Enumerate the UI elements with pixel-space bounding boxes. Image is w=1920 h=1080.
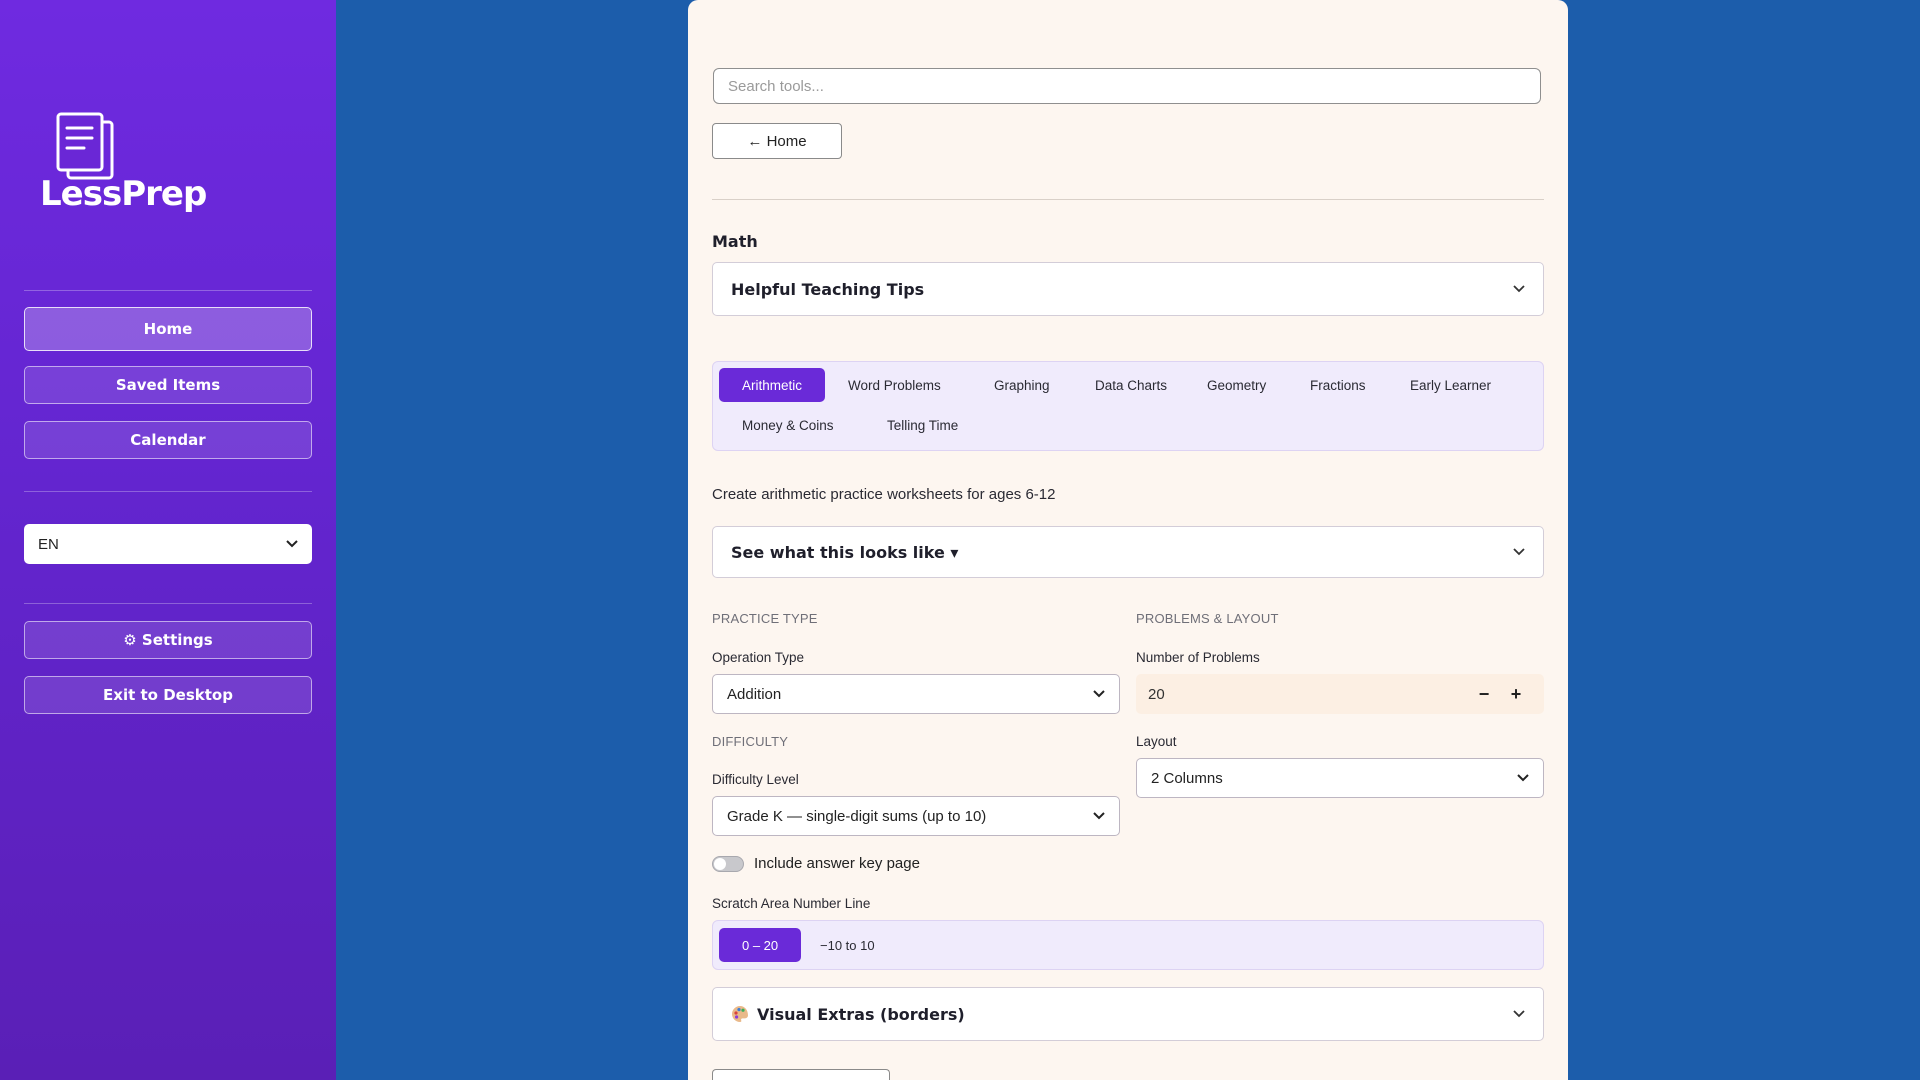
layout-value: 2 Columns xyxy=(1151,769,1223,787)
palette-icon xyxy=(732,1006,748,1022)
chevron-down-icon xyxy=(1093,812,1105,820)
number-line-option-neg10-10[interactable]: −10 to 10 xyxy=(797,928,898,962)
generate-button[interactable] xyxy=(712,1069,890,1080)
tab-data-charts[interactable]: Data Charts xyxy=(1072,368,1190,402)
number-of-problems-label: Number of Problems xyxy=(1136,650,1260,665)
home-button[interactable]: ← Home xyxy=(712,123,842,159)
sidebar: LessPrep Home Saved Items Calendar EN ⚙ … xyxy=(0,0,336,1080)
visual-extras-accordion[interactable]: Visual Extras (borders) xyxy=(712,987,1544,1041)
settings-button[interactable]: ⚙ Settings xyxy=(24,621,312,659)
sidebar-item-saved-items[interactable]: Saved Items xyxy=(24,366,312,404)
divider xyxy=(712,199,1544,200)
operation-type-select[interactable]: Addition xyxy=(712,674,1120,714)
number-line-option-0-20[interactable]: 0 – 20 xyxy=(719,928,802,962)
sidebar-divider xyxy=(24,290,312,291)
chevron-down-icon xyxy=(1093,690,1105,698)
sidebar-item-home[interactable]: Home xyxy=(24,307,312,351)
number-line-label: Scratch Area Number Line xyxy=(712,896,871,911)
logo-text: LessPrep xyxy=(40,174,207,214)
chevron-down-icon xyxy=(286,540,298,548)
language-value: EN xyxy=(38,535,59,553)
sidebar-divider xyxy=(24,491,312,492)
tab-arithmetic[interactable]: Arithmetic xyxy=(719,368,826,402)
preview-accordion[interactable]: See what this looks like ▾ xyxy=(712,526,1544,578)
section-title: Math xyxy=(712,232,758,251)
language-select[interactable]: EN xyxy=(24,524,312,564)
visual-extras-header: Visual Extras (borders) xyxy=(731,1005,965,1024)
main-panel: ← Home Math Helpful Teaching Tips Arithm… xyxy=(688,0,1568,1080)
chevron-down-icon xyxy=(1513,1010,1525,1018)
category-tabs: Arithmetic Word Problems Graphing Data C… xyxy=(712,361,1544,451)
difficulty-level-label: Difficulty Level xyxy=(712,772,799,787)
answer-key-toggle[interactable] xyxy=(712,855,744,872)
difficulty-level-value: Grade K — single-digit sums (up to 10) xyxy=(727,807,987,825)
preview-label: See what this looks like ▾ xyxy=(731,542,959,562)
search-input[interactable] xyxy=(713,68,1541,104)
tool-description: Create arithmetic practice worksheets fo… xyxy=(712,486,1056,503)
decrement-button[interactable]: − xyxy=(1468,684,1500,705)
teaching-tips-accordion[interactable]: Helpful Teaching Tips xyxy=(712,262,1544,316)
difficulty-heading: DIFFICULTY xyxy=(712,734,789,749)
document-stack-icon xyxy=(56,112,114,180)
difficulty-level-select[interactable]: Grade K — single-digit sums (up to 10) xyxy=(712,796,1120,836)
tab-geometry[interactable]: Geometry xyxy=(1184,368,1289,402)
answer-key-label: Include answer key page xyxy=(754,855,920,872)
practice-type-heading: PRACTICE TYPE xyxy=(712,611,818,626)
number-of-problems-value: 20 xyxy=(1148,685,1165,703)
layout-select[interactable]: 2 Columns xyxy=(1136,758,1544,798)
app-logo[interactable]: LessPrep xyxy=(40,112,207,222)
number-of-problems-stepper[interactable]: 20 − + xyxy=(1136,674,1544,714)
tab-money-coins[interactable]: Money & Coins xyxy=(719,408,857,442)
tab-early-learner[interactable]: Early Learner xyxy=(1387,368,1514,402)
visual-extras-label: Visual Extras (borders) xyxy=(757,1004,965,1024)
chevron-down-icon xyxy=(1517,774,1529,782)
tab-telling-time[interactable]: Telling Time xyxy=(864,408,981,442)
tab-fractions[interactable]: Fractions xyxy=(1287,368,1389,402)
operation-type-label: Operation Type xyxy=(712,650,805,665)
chevron-down-icon xyxy=(1513,548,1525,556)
number-line-options: 0 – 20 −10 to 10 xyxy=(712,920,1544,970)
tab-word-problems[interactable]: Word Problems xyxy=(825,368,964,402)
sidebar-item-calendar[interactable]: Calendar xyxy=(24,421,312,459)
answer-key-row: Include answer key page xyxy=(712,855,920,872)
tab-graphing[interactable]: Graphing xyxy=(971,368,1073,402)
teaching-tips-label: Helpful Teaching Tips xyxy=(731,279,925,299)
layout-label: Layout xyxy=(1136,734,1177,749)
exit-to-desktop-button[interactable]: Exit to Desktop xyxy=(24,676,312,714)
sidebar-divider xyxy=(24,603,312,604)
increment-button[interactable]: + xyxy=(1500,684,1532,705)
problems-layout-heading: PROBLEMS & LAYOUT xyxy=(1136,611,1279,626)
chevron-down-icon xyxy=(1513,285,1525,293)
operation-type-value: Addition xyxy=(727,685,782,703)
